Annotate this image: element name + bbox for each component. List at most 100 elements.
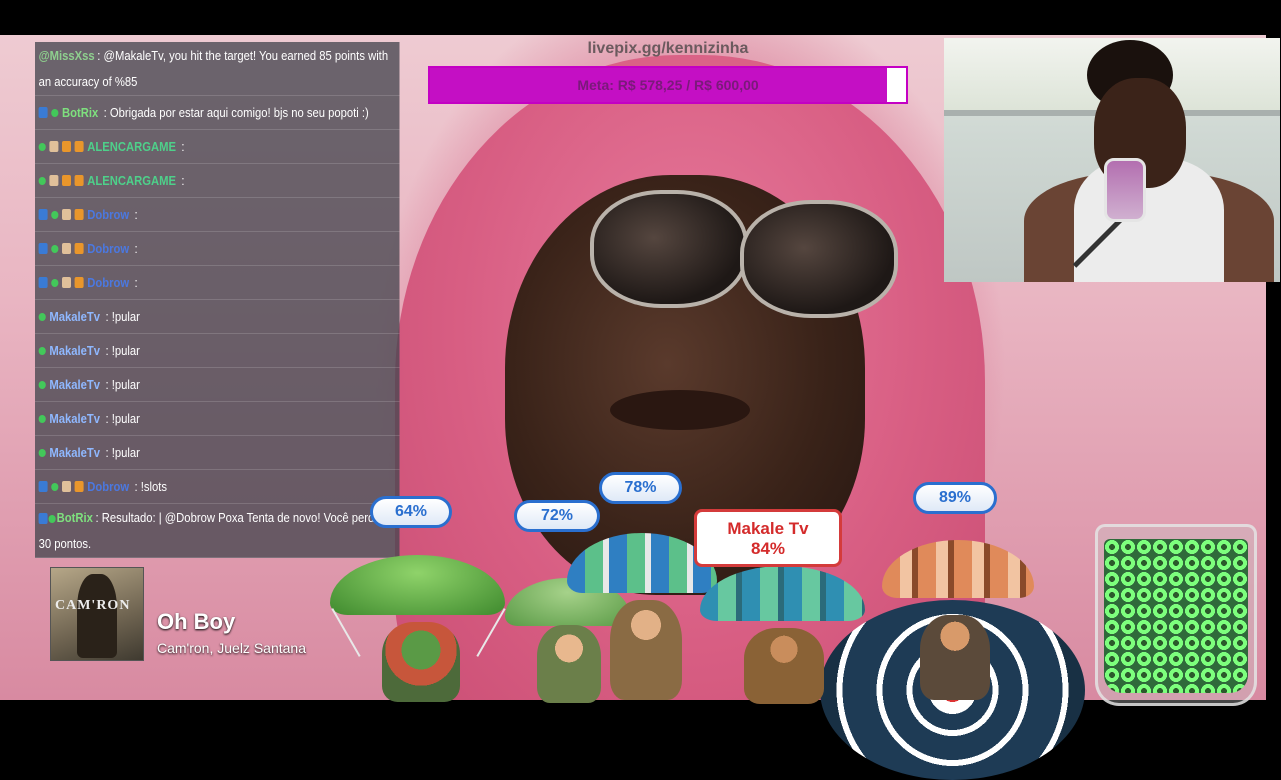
player-tag-pct: 84% — [750, 539, 786, 558]
chat-badge-icon — [62, 141, 71, 152]
chat-message: BotRix : Obrigada por estar aqui comigo! … — [35, 96, 400, 130]
chat-text: : — [134, 241, 138, 256]
chat-message: MakaleTv : !pular — [35, 436, 400, 470]
chat-username: BotRix — [62, 105, 99, 120]
chat-username: MakaleTv — [49, 411, 101, 426]
chat-badge-icon — [74, 175, 84, 186]
chat-message: ALENCARGAME: — [35, 164, 400, 198]
soldier-small — [537, 625, 601, 703]
chat-badge-icon — [51, 244, 59, 253]
chat-badge-icon — [48, 514, 56, 523]
chat-username: MakaleTv — [49, 309, 101, 324]
chat-badge-icon — [38, 513, 48, 525]
chat-badge-icon — [74, 243, 84, 254]
chat-username: Dobrow — [87, 275, 130, 290]
chat-badge-icon — [38, 209, 48, 220]
chat-username: MakaleTv — [49, 377, 101, 392]
microphone-icon — [1104, 158, 1146, 222]
chat-badge-icon — [51, 482, 59, 491]
letterbox-top — [0, 0, 1281, 35]
chat-text: : !pular — [105, 411, 140, 426]
chat-text: : !pular — [105, 377, 140, 392]
chat-text: : — [181, 173, 185, 188]
chat-message: Dobrow: — [35, 232, 400, 266]
chat-message: MakaleTv : !pular — [35, 300, 400, 334]
chat-username: BotRix — [56, 511, 93, 525]
chat-username: MakaleTv — [49, 343, 101, 358]
chat-text: : !pular — [105, 309, 140, 324]
chat-text: : — [134, 207, 138, 222]
album-art: CAM'RON — [50, 567, 144, 661]
chat-badge-icon — [74, 277, 84, 288]
donation-goal-label: Meta: R$ 578,25 / R$ 600,00 — [577, 77, 759, 93]
points-jar-fill — [1104, 539, 1248, 693]
chat-badge-icon — [49, 141, 59, 152]
chat-text: : !pular — [105, 445, 140, 460]
accuracy-bubble-72: 72% — [514, 500, 600, 532]
chat-username: Dobrow — [87, 241, 130, 256]
chat-message: MakaleTv : !pular — [35, 368, 400, 402]
soldier-green — [382, 622, 460, 702]
player-tag-name: Makale Tv — [727, 519, 809, 538]
chat-badge-icon — [74, 141, 84, 152]
chat-badge-icon — [38, 448, 46, 457]
chat-badge-icon — [62, 209, 71, 220]
sunglasses-left-lens — [590, 190, 748, 308]
chat-username: ALENCARGAME — [87, 139, 176, 154]
chat-badge-icon — [38, 414, 46, 423]
chat-badge-icon — [62, 243, 71, 254]
chat-text: : — [181, 139, 185, 154]
chat-username: Dobrow — [87, 479, 130, 494]
chat-badge-icon — [38, 481, 48, 492]
chat-badge-icon — [51, 108, 59, 117]
chat-badge-icon — [38, 107, 48, 118]
chat-badge-icon — [62, 481, 71, 492]
chat-badge-icon — [38, 346, 46, 355]
points-jar — [1095, 524, 1257, 706]
chat-text: : !slots — [134, 479, 167, 494]
chat-badge-icon — [51, 278, 59, 287]
chat-badge-icon — [74, 481, 84, 492]
chat-badge-icon — [74, 209, 84, 220]
chat-message: Dobrow: — [35, 198, 400, 232]
chat-message: Dobrow : !slots — [35, 470, 400, 504]
chat-badge-icon — [51, 210, 59, 219]
chat-text: : Obrigada por estar aqui comigo! bjs no… — [103, 105, 369, 120]
accuracy-bubble-64: 64% — [370, 496, 452, 528]
chat-username: ALENCARGAME — [87, 173, 176, 188]
chat-message: MakaleTv : !pular — [35, 334, 400, 368]
album-figure — [77, 574, 117, 658]
chat-message: BotRix: Resultado: | @Dobrow Poxa Tenta … — [35, 504, 400, 558]
now-playing-artist: Cam'ron, Juelz Santana — [157, 640, 306, 656]
letterbox-bottom — [0, 700, 1281, 720]
now-playing-song: Oh Boy — [157, 609, 236, 634]
donation-url: livepix.gg/kennizinha — [587, 40, 749, 57]
chat-badge-icon — [38, 380, 46, 389]
chat-username: MakaleTv — [49, 445, 101, 460]
chat-username: @MissXss — [38, 49, 95, 63]
chat-overlay: @MissXss: @MakaleTv, you hit the target!… — [35, 42, 400, 558]
chat-badge-icon — [62, 277, 71, 288]
chat-message: MakaleTv : !pular — [35, 402, 400, 436]
chat-message: @MissXss: @MakaleTv, you hit the target!… — [35, 42, 400, 96]
chat-message: ALENCARGAME: — [35, 130, 400, 164]
sunglasses-right-lens — [740, 200, 898, 318]
chat-badge-icon — [49, 175, 59, 186]
chat-text: : !pular — [105, 343, 140, 358]
webcam-overlay — [944, 38, 1280, 282]
chat-username: Dobrow — [87, 207, 130, 222]
soldier-rifle — [610, 600, 682, 700]
chat-message: Dobrow: — [35, 266, 400, 300]
chat-badge-icon — [38, 142, 46, 151]
chat-text: : — [134, 275, 138, 290]
chat-badge-icon — [62, 175, 71, 186]
chat-badge-icon — [38, 243, 48, 254]
album-art-text: CAM'RON — [55, 598, 131, 613]
player-tag: Makale Tv 84% — [694, 509, 842, 567]
soldier-teal — [744, 628, 824, 704]
accuracy-bubble-89: 89% — [913, 482, 997, 514]
figure-mouth — [610, 390, 750, 430]
accuracy-bubble-78: 78% — [599, 472, 682, 504]
chat-badge-icon — [38, 277, 48, 288]
chat-badge-icon — [38, 176, 46, 185]
